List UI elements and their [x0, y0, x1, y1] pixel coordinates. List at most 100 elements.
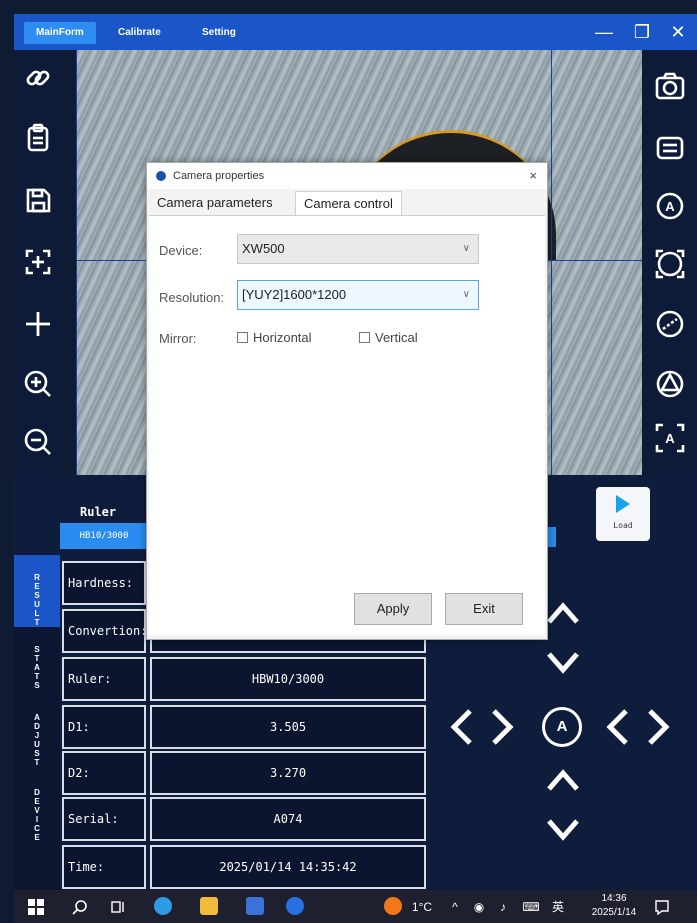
- task-view-icon[interactable]: [110, 899, 126, 915]
- add-icon[interactable]: [20, 306, 56, 342]
- tab-result[interactable]: RESULT: [14, 555, 60, 627]
- app-icon[interactable]: [286, 897, 304, 915]
- tab-setting[interactable]: Setting: [190, 22, 248, 44]
- clock-time: 14:36: [601, 893, 627, 904]
- camera-properties-dialog: Camera properties × Camera parameters Ca…: [146, 162, 548, 640]
- switch-icon[interactable]: [652, 130, 688, 166]
- arrow-left-2-icon[interactable]: [604, 708, 630, 746]
- ruler-select-button[interactable]: HB10/3000: [60, 523, 148, 549]
- arrow-up-2-icon[interactable]: [546, 767, 580, 793]
- tab-stats[interactable]: STATS: [14, 639, 60, 699]
- tab-device[interactable]: DEVICE: [14, 780, 60, 850]
- row-label: Time:: [62, 845, 146, 889]
- exit-button[interactable]: Exit: [445, 593, 523, 625]
- row-value: A074: [150, 797, 426, 841]
- clock-date: 2025/1/14: [591, 907, 637, 918]
- windows-start-icon[interactable]: [28, 899, 44, 915]
- tab-camera-parameters[interactable]: Camera parameters: [149, 191, 281, 215]
- device-label: Device:: [159, 243, 203, 258]
- checkbox-icon: [359, 332, 370, 343]
- chevron-up-icon[interactable]: ^: [446, 896, 464, 918]
- keyboard-icon[interactable]: ⌨: [520, 896, 542, 918]
- weather-temperature[interactable]: 1°C: [404, 896, 440, 918]
- dialog-title-bar: Camera properties ×: [147, 163, 547, 189]
- left-toolbar: [14, 50, 62, 475]
- row-label: D2:: [62, 751, 146, 795]
- row-value: 3.505: [150, 705, 426, 749]
- row-label: D1:: [62, 705, 146, 749]
- auto-box-icon[interactable]: A: [652, 420, 688, 456]
- zoom-out-icon[interactable]: [20, 424, 56, 460]
- dialog-title: Camera properties: [173, 170, 265, 182]
- chevron-down-icon: ∨: [462, 243, 470, 254]
- mirror-horizontal-checkbox[interactable]: Horizontal: [237, 330, 312, 345]
- arrow-left-icon[interactable]: [448, 708, 474, 746]
- row-value: HBW10/3000: [150, 657, 426, 701]
- arrow-down-icon[interactable]: [546, 650, 580, 676]
- vertical-tabs: RESULT STATS ADJUST DEVICE: [14, 555, 60, 890]
- arrow-right-icon[interactable]: [490, 708, 516, 746]
- zoom-in-icon[interactable]: [20, 366, 56, 402]
- focus-plus-icon[interactable]: [20, 244, 56, 280]
- network-icon[interactable]: ◉: [470, 896, 488, 918]
- checkbox-icon: [237, 332, 248, 343]
- mirror-vertical-label: Vertical: [375, 330, 418, 345]
- ime-indicator[interactable]: 英: [548, 896, 568, 918]
- volume-icon[interactable]: ♪: [494, 896, 512, 918]
- windows-taskbar: 1°C ^ ◉ ♪ ⌨ 英 14:36 2025/1/14: [14, 890, 697, 923]
- row-label: Serial:: [62, 797, 146, 841]
- camera-icon[interactable]: [652, 68, 688, 104]
- crosshair-vertical-left: [76, 50, 77, 475]
- auto-a-icon[interactable]: A: [652, 188, 688, 224]
- right-toolbar: A A: [642, 50, 697, 475]
- tab-camera-control[interactable]: Camera control: [295, 191, 402, 215]
- row-value: 2025/01/14 14:35:42: [150, 845, 426, 889]
- close-button[interactable]: ✕: [664, 20, 692, 44]
- row-label: Convertion:: [62, 609, 147, 653]
- row-label: Ruler:: [62, 657, 146, 701]
- play-icon: [616, 495, 630, 513]
- device-value: XW500: [242, 241, 285, 256]
- link-icon[interactable]: [20, 60, 56, 96]
- device-select[interactable]: XW500 ∨: [237, 234, 479, 264]
- tab-adjust[interactable]: ADJUST: [14, 705, 60, 775]
- mirror-vertical-checkbox[interactable]: Vertical: [359, 330, 418, 345]
- camera-control-panel: Device: XW500 ∨ Resolution: [YUY2]1600*1…: [149, 215, 545, 635]
- chevron-down-icon: ∨: [462, 289, 470, 300]
- maximize-button[interactable]: ❐: [628, 20, 656, 44]
- file-explorer-icon[interactable]: [200, 897, 218, 915]
- svg-text:A: A: [665, 199, 675, 214]
- svg-text:A: A: [665, 431, 675, 446]
- notification-icon[interactable]: [654, 899, 670, 915]
- resolution-select[interactable]: [YUY2]1600*1200 ∨: [237, 280, 479, 310]
- auto-triangle-icon[interactable]: [652, 366, 688, 402]
- search-icon[interactable]: [72, 899, 88, 915]
- load-button[interactable]: Load: [596, 487, 650, 541]
- title-bar: MainForm Calibrate Setting — ❐ ✕: [14, 14, 697, 50]
- resolution-label: Resolution:: [159, 290, 225, 305]
- arrow-up-icon[interactable]: [546, 600, 580, 626]
- resolution-value: [YUY2]1600*1200: [242, 287, 347, 302]
- row-value: 3.270: [150, 751, 426, 795]
- dialog-close-button[interactable]: ×: [529, 163, 537, 189]
- arrow-down-2-icon[interactable]: [546, 817, 580, 843]
- load-label: Load: [613, 521, 633, 530]
- circle-dashed-icon[interactable]: [652, 306, 688, 342]
- auto-measure-button[interactable]: A: [542, 707, 582, 747]
- tab-calibrate[interactable]: Calibrate: [106, 22, 173, 44]
- save-icon[interactable]: [20, 182, 56, 218]
- edge-icon[interactable]: [154, 897, 172, 915]
- mirror-label: Mirror:: [159, 331, 197, 346]
- store-icon[interactable]: [246, 897, 264, 915]
- ruler-label: Ruler: [80, 505, 117, 519]
- arrow-right-2-icon[interactable]: [646, 708, 672, 746]
- taskbar-clock[interactable]: 14:36 2025/1/14: [586, 892, 642, 920]
- tab-mainform[interactable]: MainForm: [24, 22, 96, 44]
- apply-button[interactable]: Apply: [354, 593, 432, 625]
- minimize-button[interactable]: —: [590, 20, 618, 44]
- row-label: Hardness:: [62, 561, 146, 605]
- mirror-horizontal-label: Horizontal: [253, 330, 312, 345]
- app-screen: MainForm Calibrate Setting — ❐ ✕ A A Rul…: [0, 0, 697, 923]
- brackets-icon[interactable]: [652, 246, 688, 282]
- clipboard-icon[interactable]: [20, 120, 56, 156]
